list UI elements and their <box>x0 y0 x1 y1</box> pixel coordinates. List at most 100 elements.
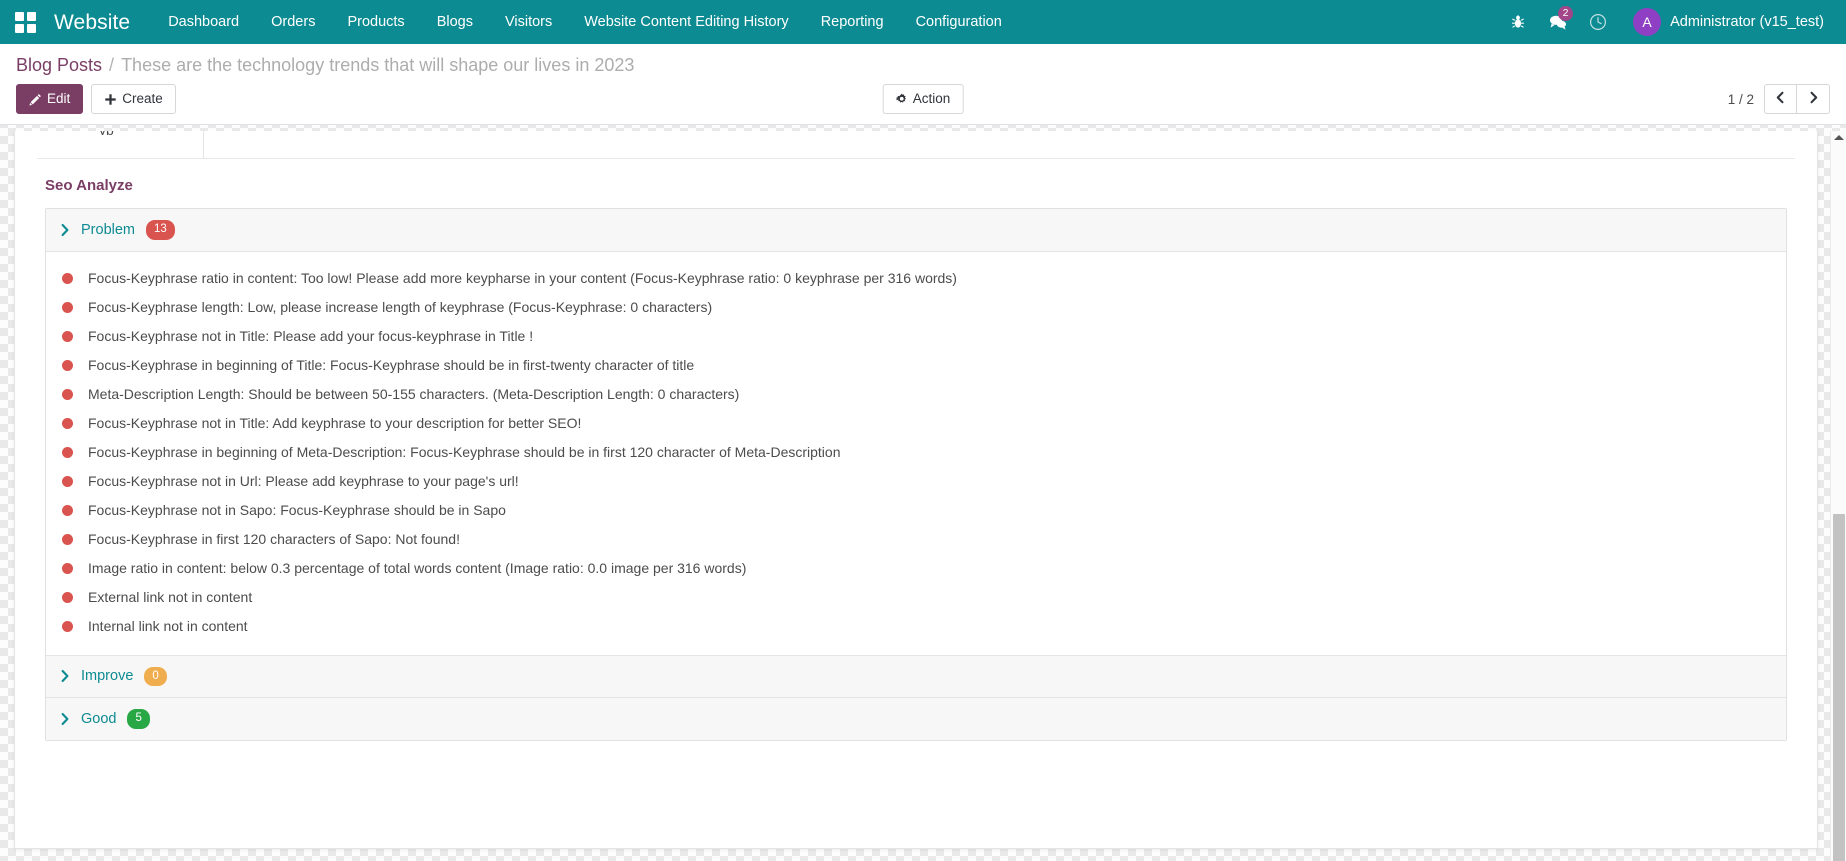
accordion-count-improve: 0 <box>144 666 167 686</box>
apps-menu-button[interactable] <box>6 3 44 41</box>
accordion-header-problem[interactable]: Problem 13 <box>46 209 1786 252</box>
app-brand-website[interactable]: Website <box>44 12 152 33</box>
form-sheet: yp Seo Analyze Problem 13 <box>14 131 1818 849</box>
status-dot-problem-icon <box>62 272 73 284</box>
issue-text: Focus-Keyphrase not in Title: Please add… <box>88 328 534 344</box>
pencil-icon <box>29 93 42 106</box>
messages-icon[interactable]: 2 <box>1541 3 1575 41</box>
notebook-tabs-clipped: yp <box>37 131 1795 159</box>
chevron-left-icon <box>1775 91 1786 107</box>
menu-item-blogs[interactable]: Blogs <box>421 0 489 44</box>
apps-grid-icon <box>14 11 36 33</box>
menu-item-visitors[interactable]: Visitors <box>489 0 568 44</box>
status-dot-problem-icon <box>62 533 73 545</box>
accordion-header-improve[interactable]: Improve 0 <box>46 655 1786 698</box>
menu-item-website-content-editing-history[interactable]: Website Content Editing History <box>568 0 804 44</box>
accordion-count-good: 5 <box>127 709 150 729</box>
issue-text: Focus-Keyphrase in beginning of Meta-Des… <box>88 444 841 460</box>
issue-text: Focus-Keyphrase length: Low, please incr… <box>88 299 713 315</box>
pager-buttons <box>1764 84 1830 114</box>
status-dot-problem-icon <box>62 388 73 400</box>
gear-icon <box>895 93 908 105</box>
list-item: Focus-Keyphrase in beginning of Title: F… <box>46 351 1786 380</box>
issue-text: Focus-Keyphrase not in Title: Add keyphr… <box>88 415 582 431</box>
status-dot-problem-icon <box>62 562 73 574</box>
status-dot-problem-icon <box>62 620 73 632</box>
pager-counter[interactable]: 1 / 2 <box>1728 92 1754 107</box>
create-button-label: Create <box>122 91 163 107</box>
action-button[interactable]: Action <box>882 84 964 114</box>
status-dot-problem-icon <box>62 504 73 516</box>
issue-text: External link not in content <box>88 589 253 605</box>
accordion-label-problem: Problem <box>81 221 135 238</box>
sheet-inner: yp Seo Analyze Problem 13 <box>15 131 1817 741</box>
accordion-count-problem: 13 <box>146 220 175 240</box>
list-item: Focus-Keyphrase not in Title: Please add… <box>46 322 1786 351</box>
list-item: Focus-Keyphrase not in Sapo: Focus-Keyph… <box>46 496 1786 525</box>
list-item: Internal link not in content <box>46 612 1786 641</box>
systray: 2 A Administrator (v15_test) <box>1501 3 1834 41</box>
status-dot-problem-icon <box>62 301 73 313</box>
issue-text: Focus-Keyphrase in beginning of Title: F… <box>88 357 695 373</box>
menu-item-reporting[interactable]: Reporting <box>805 0 900 44</box>
list-item: Image ratio in content: below 0.3 percen… <box>46 554 1786 583</box>
avatar: A <box>1633 8 1662 36</box>
create-button[interactable]: Create <box>91 84 176 114</box>
chevron-right-icon <box>60 712 70 726</box>
pager: 1 / 2 <box>1728 84 1830 114</box>
top-navbar: Website Dashboard Orders Products Blogs … <box>0 0 1846 44</box>
breadcrumb: Blog Posts / These are the technology tr… <box>16 44 1830 80</box>
vertical-scrollbar[interactable] <box>1830 131 1846 861</box>
status-dot-problem-icon <box>62 417 73 429</box>
status-dot-problem-icon <box>62 475 73 487</box>
issue-text: Meta-Description Length: Should be betwe… <box>88 386 740 402</box>
user-name-label: Administrator (v15_test) <box>1670 14 1824 30</box>
menu-item-configuration[interactable]: Configuration <box>900 0 1018 44</box>
status-dot-problem-icon <box>62 359 73 371</box>
chevron-right-icon <box>60 669 70 683</box>
pager-next-button[interactable] <box>1797 84 1830 114</box>
messages-count-badge: 2 <box>1558 6 1574 21</box>
main-menu: Dashboard Orders Products Blogs Visitors… <box>152 0 1018 44</box>
accordion-body-problem: Focus-Keyphrase ratio in content: Too lo… <box>46 251 1786 656</box>
activities-clock-icon[interactable] <box>1581 3 1615 41</box>
list-item: Meta-Description Length: Should be betwe… <box>46 380 1786 409</box>
menu-item-products[interactable]: Products <box>331 0 420 44</box>
list-item: Focus-Keyphrase length: Low, please incr… <box>46 293 1786 322</box>
pager-previous-button[interactable] <box>1764 84 1797 114</box>
accordion-label-good: Good <box>81 710 117 727</box>
edit-button[interactable]: Edit <box>16 84 84 114</box>
control-panel-buttons: Edit Create Action 1 / 2 <box>16 84 1830 114</box>
status-dot-problem-icon <box>62 446 73 458</box>
edit-button-label: Edit <box>47 91 71 107</box>
plus-icon <box>104 93 117 106</box>
chevron-right-icon <box>60 223 70 237</box>
application-window: Website Dashboard Orders Products Blogs … <box>0 0 1846 861</box>
scroll-up-arrow-icon[interactable] <box>1833 135 1844 140</box>
accordion-header-good[interactable]: Good 5 <box>46 698 1786 740</box>
column-divider <box>203 131 204 159</box>
seo-accordion: Problem 13 Focus-Keyphrase ratio in cont… <box>45 208 1787 741</box>
issue-text: Focus-Keyphrase in first 120 characters … <box>88 531 460 547</box>
issue-text: Image ratio in content: below 0.3 percen… <box>88 560 747 576</box>
user-menu[interactable]: A Administrator (v15_test) <box>1621 8 1830 36</box>
control-panel: Blog Posts / These are the technology tr… <box>0 44 1846 125</box>
list-item: Focus-Keyphrase not in Title: Add keyphr… <box>46 409 1786 438</box>
list-item: Focus-Keyphrase ratio in content: Too lo… <box>46 264 1786 293</box>
list-item: Focus-Keyphrase not in Url: Please add k… <box>46 467 1786 496</box>
seo-analyze-title: Seo Analyze <box>45 177 133 194</box>
menu-item-dashboard[interactable]: Dashboard <box>152 0 255 44</box>
scrollbar-thumb[interactable] <box>1833 514 1845 861</box>
breadcrumb-parent-blog-posts[interactable]: Blog Posts <box>16 55 102 76</box>
issue-text: Internal link not in content <box>88 618 248 634</box>
debug-bug-icon[interactable] <box>1501 3 1535 41</box>
list-item: External link not in content <box>46 583 1786 612</box>
list-item: Focus-Keyphrase in beginning of Meta-Des… <box>46 438 1786 467</box>
issue-text: Focus-Keyphrase not in Url: Please add k… <box>88 473 519 489</box>
issue-text: Focus-Keyphrase not in Sapo: Focus-Keyph… <box>88 502 506 518</box>
accordion-label-improve: Improve <box>81 668 134 685</box>
status-dot-problem-icon <box>62 591 73 603</box>
menu-item-orders[interactable]: Orders <box>255 0 331 44</box>
issue-text: Focus-Keyphrase ratio in content: Too lo… <box>88 270 957 286</box>
action-button-label: Action <box>912 91 951 107</box>
